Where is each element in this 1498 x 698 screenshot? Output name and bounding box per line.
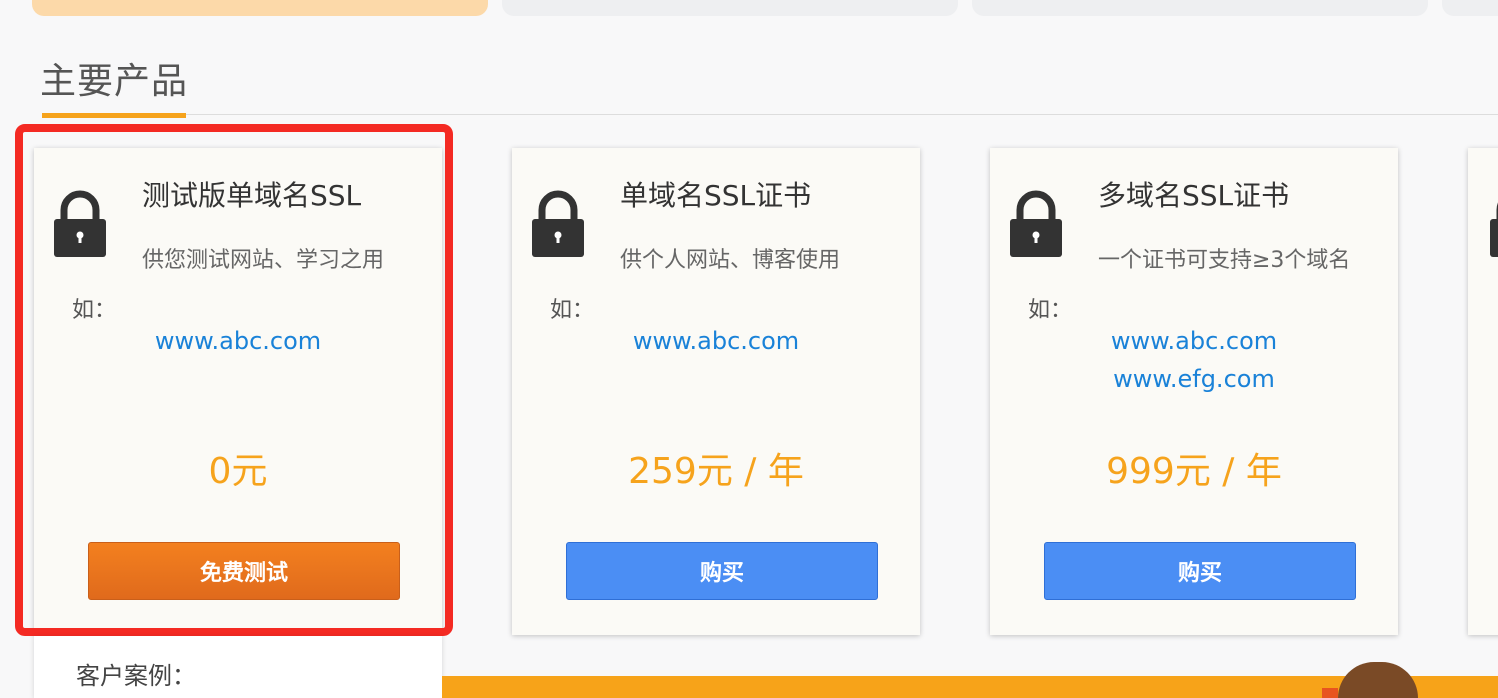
category-tab[interactable] [972,0,1428,16]
customer-case-label: 客户案例： [76,662,196,690]
lock-icon [1490,202,1498,257]
example-domain-link[interactable]: www.abc.com [512,322,920,360]
section-title: 主要产品 [40,61,189,102]
lock-icon [54,190,106,257]
card-price: 999元 / 年 [1106,451,1282,492]
example-domains: www.abc.com [512,322,920,360]
card-price: 0元 [208,451,268,492]
example-domain-link[interactable]: www.abc.com [34,322,442,360]
card-description: 供您测试网站、学习之用 [142,248,385,273]
lock-icon [1010,190,1062,257]
card-title: 测试版单域名SSL [142,179,362,212]
product-card-trial-ssl: 测试版单域名SSL 供您测试网站、学习之用 如： www.abc.com 0元 … [34,148,442,635]
product-card-multi-domain-ssl: 多域名SSL证书 一个证书可支持≥3个域名 如： www.abc.com www… [990,148,1398,635]
lock-icon [532,190,584,257]
category-tab-active[interactable] [32,0,488,16]
category-tab[interactable] [1442,0,1498,16]
category-tab[interactable] [502,0,958,16]
product-card-partial [1468,148,1498,635]
example-label: 如： [1028,298,1073,323]
card-title: 多域名SSL证书 [1098,179,1290,212]
product-card-single-domain-ssl: 单域名SSL证书 供个人网站、博客使用 如： www.abc.com 259元 … [512,148,920,635]
example-domain-link[interactable]: www.efg.com [990,360,1398,398]
customer-case-panel: 客户案例： [34,636,442,698]
buy-button[interactable]: 购买 [1044,542,1356,600]
card-title: 单域名SSL证书 [620,179,812,212]
card-price: 259元 / 年 [628,451,804,492]
card-description: 供个人网站、博客使用 [620,248,841,273]
section-title-underline [42,113,186,118]
example-domains: www.abc.com www.efg.com [990,322,1398,398]
card-description: 一个证书可支持≥3个域名 [1098,248,1351,273]
example-label: 如： [550,298,595,323]
buy-button[interactable]: 购买 [566,542,878,600]
section-divider [186,114,1498,115]
banner-decoration [1322,688,1338,698]
banner-illustration [1338,662,1418,698]
example-domain-link[interactable]: www.abc.com [990,322,1398,360]
example-label: 如： [72,298,117,323]
example-domains: www.abc.com [34,322,442,360]
free-trial-button[interactable]: 免费测试 [88,542,400,600]
